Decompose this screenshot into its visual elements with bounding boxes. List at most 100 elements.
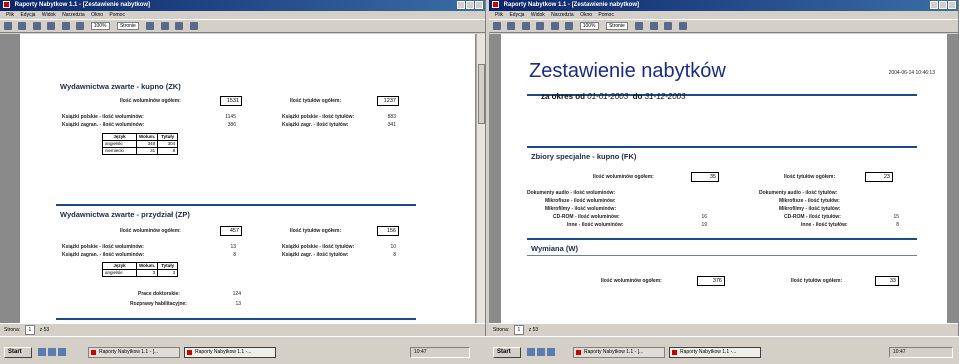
print-icon[interactable] (18, 22, 27, 30)
design-icon[interactable] (4, 22, 12, 30)
period-to-label: do (632, 92, 643, 101)
menu-help[interactable]: Pomoc (109, 12, 125, 18)
page-number-input[interactable]: 1 (513, 325, 525, 335)
ie-icon[interactable] (38, 348, 46, 356)
table-row: niemiecki 31 8 (102, 147, 179, 155)
menu-window[interactable]: Okno (91, 12, 103, 18)
section-title: Zbiory specjalne - kupno (FK) (531, 152, 637, 161)
table-header: Wolum. (135, 133, 159, 141)
desktop-icon[interactable] (537, 348, 545, 356)
page-option-select[interactable]: Stronie (116, 22, 139, 30)
audio-titles-label: Dokumenty audio - ilość tytułów: (759, 190, 838, 196)
system-tray: 10:47 (410, 347, 470, 358)
outlook-icon[interactable] (58, 348, 66, 356)
menu-edit[interactable]: Edycja (20, 12, 35, 18)
task-item[interactable]: Raporty Nabytkow 1.1 -... (184, 347, 276, 358)
app-icon (3, 0, 10, 8)
help-icon[interactable] (189, 22, 198, 30)
maximize-icon[interactable] (466, 1, 474, 9)
design-icon[interactable] (493, 22, 501, 30)
period-to: 31-12-2003 (644, 92, 686, 101)
print-icon[interactable] (507, 22, 516, 30)
two-pages-icon[interactable] (550, 22, 559, 30)
multi-page-icon[interactable] (565, 22, 574, 30)
new-object-icon[interactable] (664, 22, 673, 30)
left-report-window: Raporty Nabytkow 1.1 - [Zestawienie naby… (0, 0, 486, 336)
left-titlebar[interactable]: Raporty Nabytkow 1.1 - [Zestawienie naby… (0, 0, 485, 11)
page-label: Strona: (493, 327, 510, 333)
total-volumes-label: Ilość woluminów ogółem: (601, 278, 662, 284)
zoom-select[interactable]: 100% (579, 22, 599, 30)
office-links-icon[interactable] (146, 22, 155, 30)
right-toolbar: 100% Stronie (489, 20, 958, 33)
left-page-navigator: Strona: 1 z 53 (0, 323, 485, 336)
two-pages-icon[interactable] (61, 22, 70, 30)
microfiche-titles-label: Mikrofisze - ilość tytułów: (779, 198, 840, 204)
start-button[interactable]: Start (493, 347, 521, 358)
total-volumes-label: Ilość woluminów ogółem: (593, 174, 654, 180)
page-option-select[interactable]: Stronie (605, 22, 628, 30)
microfiche-volumes-label: Mikrofisze - ilość woluminów: (545, 198, 616, 204)
total-titles-label: Ilość tytułów ogółem: (290, 98, 342, 104)
menu-view[interactable]: Widok (42, 12, 56, 18)
database-icon[interactable] (649, 22, 658, 30)
foreign-books-volumes-label: Książki zagran. - ilość woluminów: (62, 252, 145, 258)
right-titlebar[interactable]: Raporty Nabytkow 1.1 - [Zestawienie naby… (489, 0, 958, 11)
desktop-icon[interactable] (48, 348, 56, 356)
task-item[interactable]: Raporty Nabytkow 1.1 -... (669, 347, 761, 358)
left-document-area[interactable]: Wydawnictwa zwarte - kupno (ZK) Ilość wo… (0, 34, 485, 323)
foreign-books-titles-label: Książki zagr. - ilość tytułów: (282, 122, 349, 128)
one-page-icon[interactable] (536, 22, 545, 30)
scroll-thumb[interactable] (478, 64, 485, 124)
maximize-icon[interactable] (939, 1, 947, 9)
menu-edit[interactable]: Edycja (509, 12, 524, 18)
zoom-icon[interactable] (521, 22, 530, 30)
report-page: Zestawienie nabytków 2004-06-14 10:46:13… (501, 34, 947, 323)
left-toolbar: 100% Stronie (0, 20, 485, 33)
menu-tools[interactable]: Narzedzia (62, 12, 85, 18)
multi-page-icon[interactable] (76, 22, 85, 30)
system-tray: 10:47 (889, 347, 953, 358)
desktop: Raporty Nabytkow 1.1 - [Zestawienie naby… (0, 0, 959, 364)
menu-tools[interactable]: Narzedzia (551, 12, 574, 18)
menu-help[interactable]: Pomoc (598, 12, 614, 18)
total-titles-value: 1237 (377, 96, 399, 106)
total-titles-value: 23 (865, 172, 893, 182)
zoom-icon[interactable] (32, 22, 41, 30)
app-icon (492, 0, 499, 8)
close-icon[interactable] (475, 1, 483, 9)
microfilm-volumes-label: Mikrofilmy - ilość woluminów: (545, 206, 617, 212)
polish-books-volumes-label: Książki polskie - ilość woluminów: (62, 114, 144, 120)
office-links-icon[interactable] (635, 22, 644, 30)
new-object-icon[interactable] (175, 22, 184, 30)
table-header: Wolum. (135, 262, 159, 270)
menu-view[interactable]: Widok (531, 12, 545, 18)
menu-file[interactable]: Plik (6, 12, 14, 18)
page-number-input[interactable]: 1 (24, 325, 36, 335)
minimize-icon[interactable] (930, 1, 938, 9)
menu-window[interactable]: Okno (580, 12, 592, 18)
one-page-icon[interactable] (47, 22, 56, 30)
total-volumes-label: Ilość woluminów ogółem: (120, 228, 181, 234)
right-document-area[interactable]: Zestawienie nabytków 2004-06-14 10:46:13… (489, 34, 958, 323)
task-item[interactable]: Raporty Nabytkow 1.1 - [... (88, 347, 180, 358)
table-row: angielski 348 304 (102, 140, 179, 148)
total-titles-label: Ilość tytułów ogółem: (791, 278, 843, 284)
zoom-select[interactable]: 100% (90, 22, 110, 30)
ie-icon[interactable] (527, 348, 535, 356)
polish-books-titles-value: 10 (390, 244, 396, 250)
help-icon[interactable] (678, 22, 687, 30)
left-window-title: Raporty Nabytkow 1.1 - [Zestawienie naby… (14, 2, 151, 8)
minimize-icon[interactable] (457, 1, 465, 9)
task-item[interactable]: Raporty Nabytkow 1.1 - [... (573, 347, 665, 358)
menu-file[interactable]: Plik (495, 12, 503, 18)
database-icon[interactable] (160, 22, 169, 30)
total-titles-label: Ilość tytułów ogółem: (784, 174, 836, 180)
foreign-books-titles-value: 341 (387, 122, 396, 128)
start-button[interactable]: Start (4, 347, 32, 358)
close-icon[interactable] (948, 1, 956, 9)
total-titles-label: Ilość tytułów ogółem: (290, 228, 342, 234)
outlook-icon[interactable] (547, 348, 555, 356)
vertical-scrollbar[interactable] (476, 34, 485, 323)
table-header: Język (102, 133, 137, 141)
